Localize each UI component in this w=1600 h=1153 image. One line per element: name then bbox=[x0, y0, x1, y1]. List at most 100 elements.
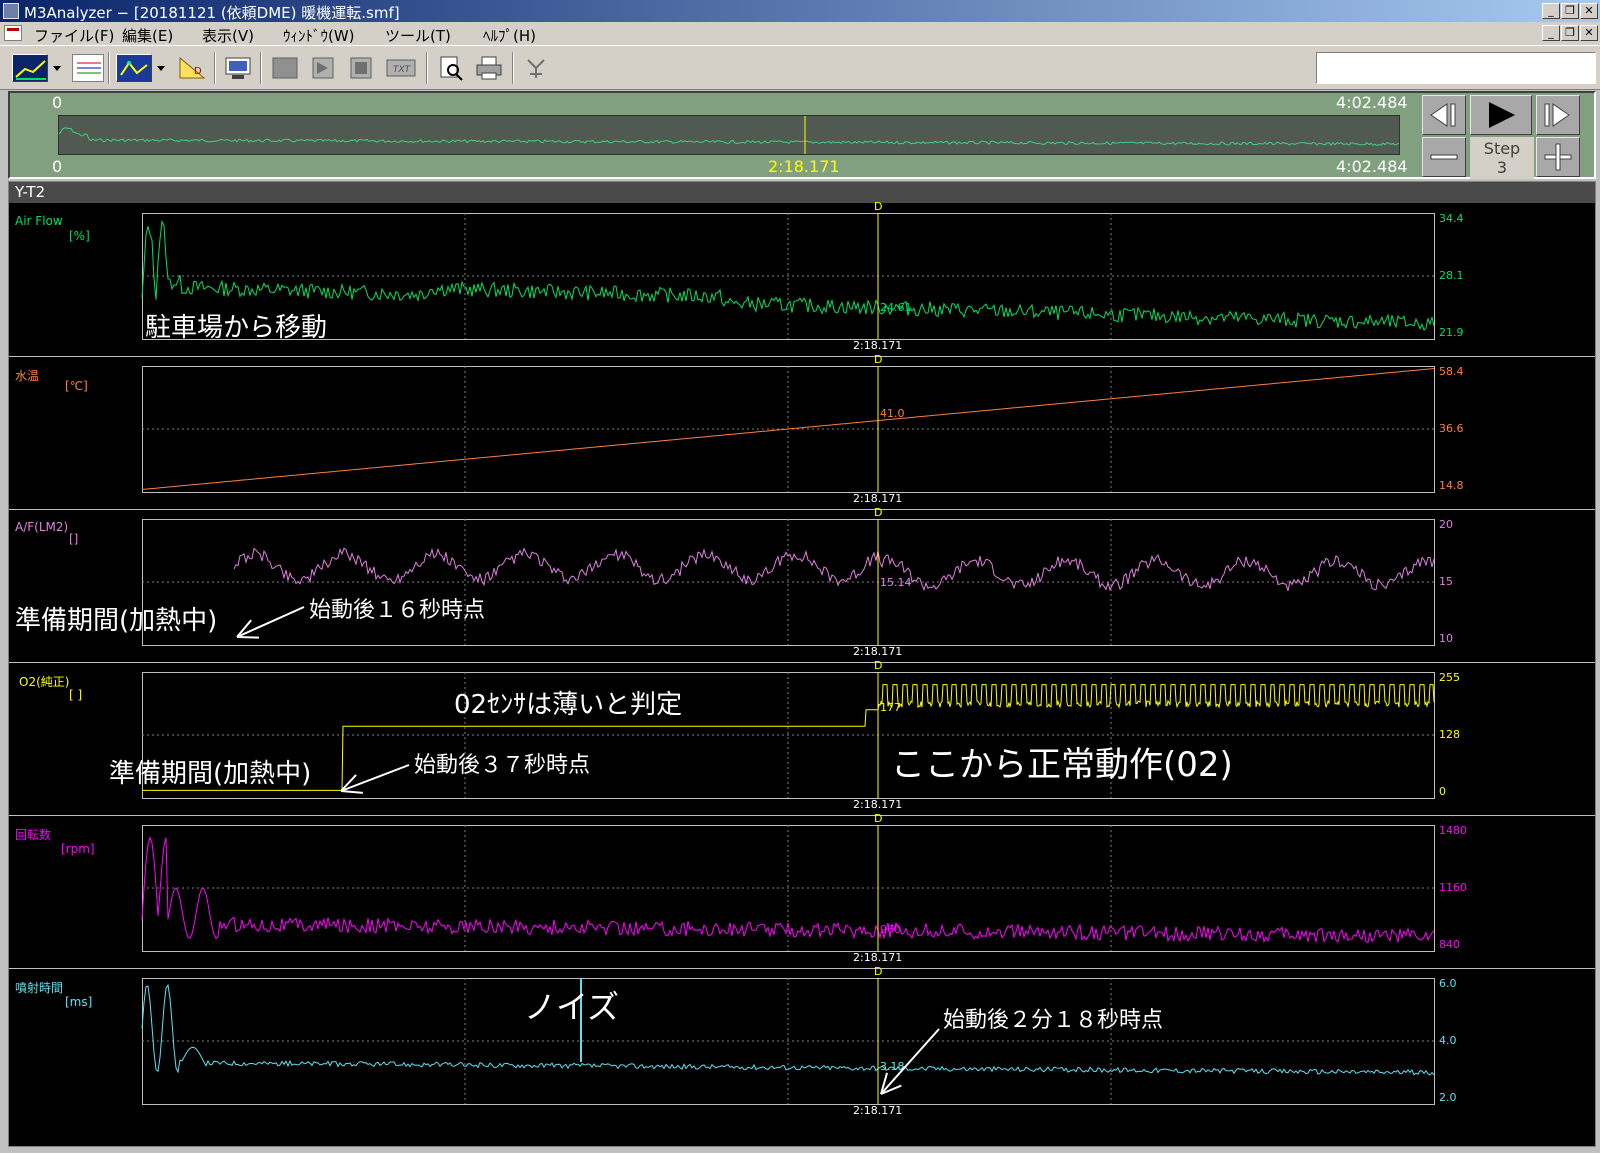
channel-name: O2(純正) bbox=[19, 675, 70, 689]
menu-edit[interactable]: 編集(E) bbox=[122, 25, 173, 46]
y-tick-label: 840 bbox=[1439, 938, 1460, 951]
step-plus-button[interactable] bbox=[1536, 137, 1580, 177]
app-icon bbox=[3, 3, 19, 19]
annotation-start218: 始動後２分１８秒時点 bbox=[943, 1008, 1164, 1033]
play-button[interactable] bbox=[1470, 95, 1532, 135]
cursor-value: 960 bbox=[880, 923, 901, 936]
yt-graph-icon[interactable] bbox=[12, 54, 48, 82]
y-tick-label: 10 bbox=[1439, 632, 1453, 645]
print-preview-icon[interactable] bbox=[436, 54, 466, 82]
channel-panel: 噴射時間 [ms] 6.0 4.0 2.0 D 2:18.171 3.18 bbox=[9, 965, 1595, 1121]
step-label: Step bbox=[1483, 139, 1521, 158]
channel-name: A/F(LM2) bbox=[15, 520, 69, 534]
cursor-marker: D bbox=[874, 506, 883, 519]
print-icon[interactable] bbox=[474, 54, 504, 82]
overview-end-bottom: 4:02.484 bbox=[1336, 157, 1408, 176]
cursor-time-label: 2:18.171 bbox=[853, 951, 903, 964]
y-tick-label: 4.0 bbox=[1439, 1034, 1457, 1047]
channel-plot[interactable] bbox=[141, 825, 1436, 953]
overview-track[interactable] bbox=[58, 115, 1400, 155]
minimize-button[interactable]: _ bbox=[1542, 3, 1560, 19]
channel-plot[interactable] bbox=[141, 366, 1436, 494]
record-pause-icon[interactable] bbox=[346, 54, 376, 82]
channel-plot[interactable] bbox=[142, 519, 1436, 647]
menu-window[interactable]: ｳｨﾝﾄﾞｳ(W) bbox=[283, 25, 355, 46]
restore-button[interactable]: ❐ bbox=[1561, 3, 1579, 19]
channel-name: 水温 bbox=[15, 369, 40, 383]
cursor-value: 15.14 bbox=[880, 576, 912, 589]
toolbar-separator bbox=[260, 52, 262, 84]
annotation-normal-o2: ここから正常動作(02) bbox=[891, 745, 1233, 785]
y-tick-label: 128 bbox=[1439, 728, 1460, 741]
dropdown-arrow-icon-2[interactable] bbox=[154, 54, 168, 82]
step-value: 3 bbox=[1496, 158, 1508, 177]
y-tick-label: 2.0 bbox=[1439, 1091, 1457, 1104]
window-title: M3Analyzer − [20181121 (依頼DME) 暖機運転.smf] bbox=[24, 4, 400, 22]
menu-help[interactable]: ﾍﾙﾌﾟ(H) bbox=[483, 25, 536, 46]
panel-separator bbox=[9, 662, 1595, 663]
channel-unit: [℃] bbox=[65, 379, 88, 393]
title-bar: M3Analyzer − [20181121 (依頼DME) 暖機運転.smf]… bbox=[0, 0, 1600, 22]
channel-name: Air Flow bbox=[15, 214, 63, 228]
menu-file[interactable]: ファイル(F) bbox=[34, 25, 114, 46]
overview-waveform bbox=[58, 116, 1400, 154]
annotation-start37: 始動後３７秒時点 bbox=[414, 753, 591, 778]
annotation-parking: 駐車場から移動 bbox=[145, 313, 328, 343]
y-tick-label: 36.6 bbox=[1439, 422, 1464, 435]
cursor-marker: D bbox=[874, 353, 883, 366]
doc-restore-button[interactable]: ❐ bbox=[1561, 25, 1579, 41]
panel-separator bbox=[9, 815, 1595, 816]
menu-bar: ファイル(F) 編集(E) 表示(V) ｳｨﾝﾄﾞｳ(W) ツール(T) ﾍﾙﾌ… bbox=[0, 22, 1600, 45]
dropdown-arrow-icon[interactable] bbox=[50, 54, 64, 82]
record-stop-icon[interactable] bbox=[270, 54, 300, 82]
list-view-icon[interactable] bbox=[72, 54, 104, 82]
step-forward-button[interactable] bbox=[1536, 95, 1580, 135]
overview-start-top: 0 bbox=[52, 93, 63, 112]
channel-panel: O2(純正)[ ] 255 128 0 D 2:18.171 177 bbox=[9, 659, 1595, 815]
cursor-time-label: 2:18.171 bbox=[853, 1104, 903, 1117]
step-display: Step 3 bbox=[1470, 137, 1534, 179]
toolbar-separator bbox=[512, 52, 514, 84]
y-tick-label: 21.9 bbox=[1439, 326, 1464, 339]
channel-unit: [%] bbox=[69, 229, 90, 243]
yt-window-title: Y-T2 bbox=[9, 182, 1595, 203]
cursor-marker: D bbox=[874, 200, 883, 213]
doc-minimize-button[interactable]: _ bbox=[1542, 25, 1560, 41]
export-icon[interactable]: TXT bbox=[384, 54, 418, 82]
cursor-value: 3.18 bbox=[880, 1060, 905, 1073]
plugin-icon[interactable] bbox=[522, 54, 552, 82]
yt-window: Y-T2 Air Flow [%] 34.4 28.1 21.9 D 2:18.171 24.… bbox=[8, 181, 1596, 1147]
y-tick-label: 14.8 bbox=[1439, 479, 1464, 492]
toolbar-separator bbox=[108, 52, 110, 84]
step-back-button[interactable] bbox=[1422, 95, 1466, 135]
doc-close-button[interactable]: ✕ bbox=[1580, 25, 1598, 41]
cursor-time-label: 2:18.171 bbox=[853, 339, 903, 352]
channel-panel: 回転数 [rpm] 1480 1160 840 D 2:18.171 960 bbox=[9, 812, 1595, 968]
overview-end-top: 4:02.484 bbox=[1336, 93, 1408, 112]
channel-name: 噴射時間 bbox=[15, 981, 64, 995]
channel-plot[interactable] bbox=[141, 978, 1436, 1106]
menu-view[interactable]: 表示(V) bbox=[202, 25, 254, 46]
record-play-icon[interactable] bbox=[308, 54, 338, 82]
status-field bbox=[1316, 52, 1596, 84]
menu-tools[interactable]: ツール(T) bbox=[385, 25, 451, 46]
toolbar-separator bbox=[214, 52, 216, 84]
panel-separator bbox=[9, 968, 1595, 969]
channel-plot[interactable] bbox=[142, 672, 1436, 800]
y-tick-label: 20 bbox=[1439, 518, 1453, 531]
step-minus-button[interactable] bbox=[1422, 137, 1466, 177]
monitor-icon[interactable] bbox=[222, 54, 254, 82]
y-tick-label: 34.4 bbox=[1439, 212, 1464, 225]
close-button[interactable]: ✕ bbox=[1580, 3, 1598, 19]
xy-graph-icon[interactable] bbox=[116, 54, 152, 82]
measure-icon[interactable]: D bbox=[176, 54, 208, 82]
channel-plot[interactable] bbox=[141, 213, 1436, 341]
channel-panel: A/F(LM2)[] 20 15 10 D 2:18.171 15.14 bbox=[9, 506, 1595, 662]
toolbar-separator bbox=[426, 52, 428, 84]
overview-panel: 0 4:02.484 0 2:18.171 4:02.484 Step 3 bbox=[8, 91, 1596, 179]
annotation-o2-lean: 02ｾﾝｻは薄いと判定 bbox=[454, 690, 683, 720]
document-icon[interactable] bbox=[4, 25, 22, 41]
cursor-time-label: 2:18.171 bbox=[853, 492, 903, 505]
cursor-time-label: 2:18.171 bbox=[853, 645, 903, 658]
annotation-prep-o2: 準備期間(加熱中) bbox=[109, 759, 312, 789]
